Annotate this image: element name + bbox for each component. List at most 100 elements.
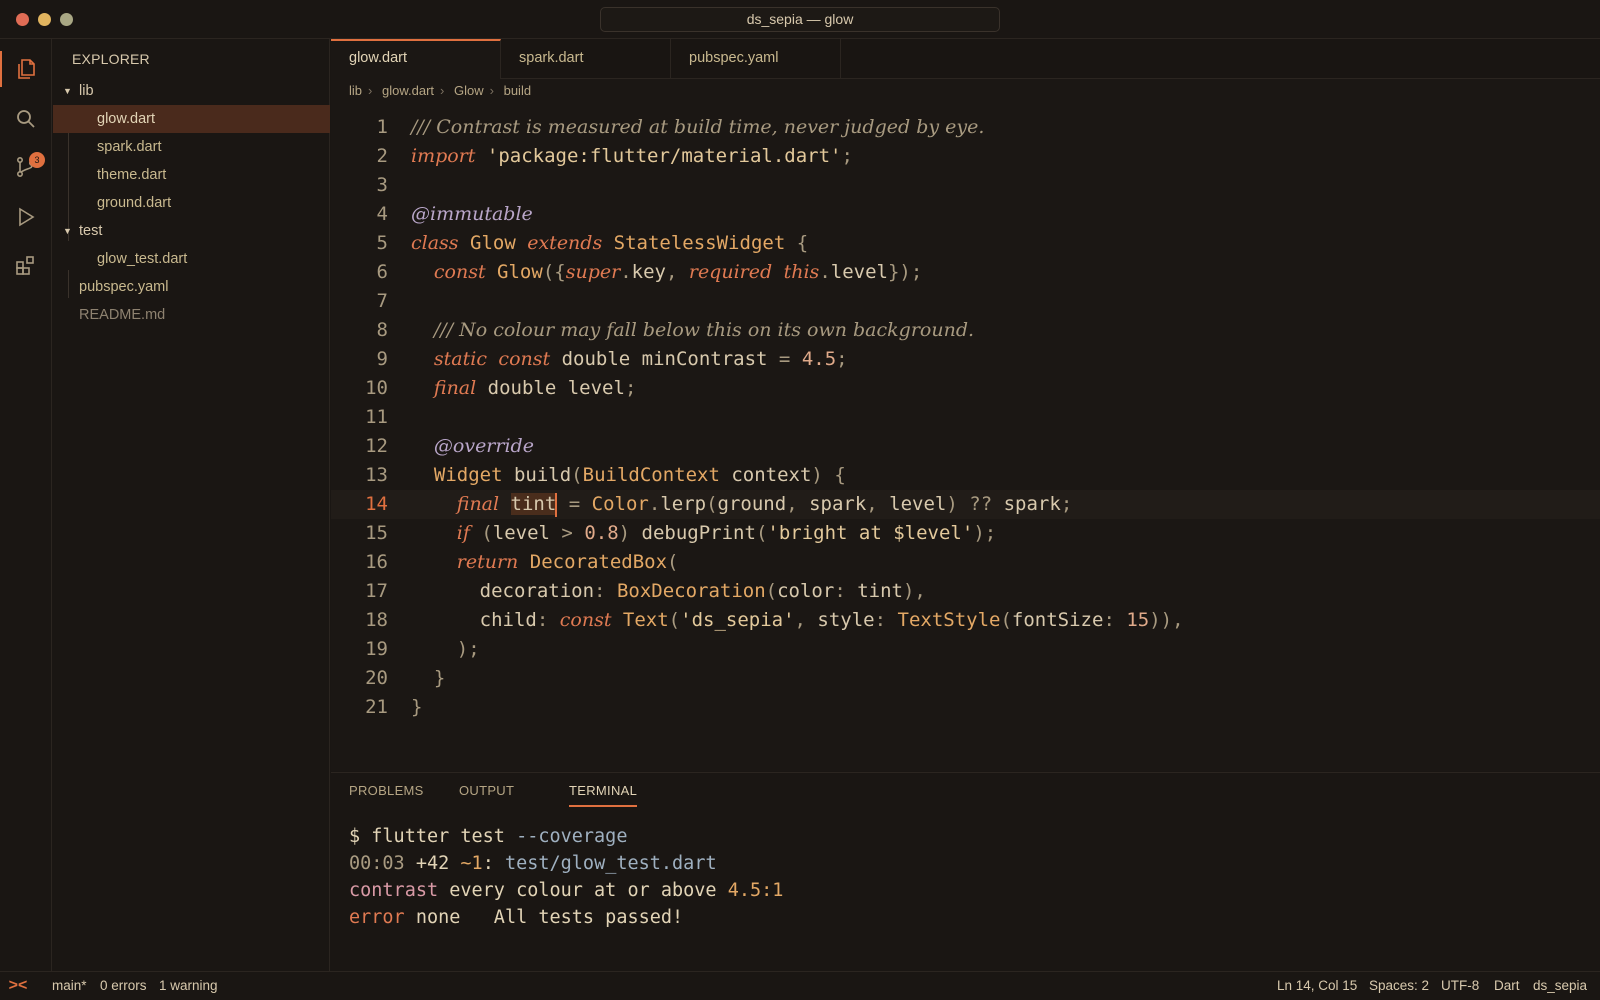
tab-terminal[interactable]: TERMINAL [569, 783, 638, 807]
terminal-token: test/glow_test.dart [504, 853, 717, 874]
explorer-activity-button[interactable] [0, 45, 52, 93]
line-source: if (level > 0.8) debugPrint('bright at $… [411, 519, 996, 548]
code-line[interactable]: 13 Widget build(BuildContext context) { [331, 461, 1600, 490]
remote-icon[interactable]: >< [0, 972, 36, 1000]
status-bar: >< main* 0 errors 1 warning Ln 14, Col 1… [0, 971, 1600, 1000]
search-activity-button[interactable] [0, 95, 52, 143]
tree-item-label: ground.dart [97, 195, 172, 211]
branch-indicator[interactable]: main* [52, 972, 87, 1000]
indentation-indicator[interactable]: Spaces: 2 [1369, 972, 1429, 1000]
punctuation-token: ; [836, 348, 848, 370]
minimize-window-button[interactable] [38, 13, 51, 26]
code-line[interactable]: 16 return DecoratedBox( [331, 548, 1600, 577]
line-source: /// No colour may fall below this on its… [411, 316, 974, 345]
language-indicator[interactable]: Dart [1494, 972, 1520, 1000]
terminal-token: none All tests passed! [404, 907, 684, 928]
identifier-token [823, 464, 834, 486]
punctuation-token: ; [624, 377, 637, 399]
tree-folder-lib[interactable]: ▼ lib [53, 77, 330, 105]
punctuation-token: ( [765, 580, 778, 602]
extensions-activity-button[interactable] [0, 241, 52, 289]
encoding-indicator[interactable]: UTF-8 [1441, 972, 1479, 1000]
code-line[interactable]: 6 const Glow({super.key, required this.l… [331, 258, 1600, 287]
tree-item-label: pubspec.yaml [79, 279, 169, 295]
tree-item-label: README.md [79, 307, 166, 323]
punctuation-token: ( [706, 493, 718, 515]
breadcrumb-item[interactable]: lib [349, 83, 362, 98]
breadcrumb-item[interactable]: build [504, 83, 531, 98]
tree-folder-test[interactable]: ▼ test [53, 217, 330, 245]
code-line[interactable]: 9 static const double minContrast = 4.5; [331, 345, 1600, 374]
breadcrumb-item[interactable]: glow.dart [382, 83, 434, 98]
code-line[interactable]: 11 [331, 403, 1600, 432]
terminal-output[interactable]: $ flutter test --coverage 00:03 +42 ~1: t… [349, 823, 783, 931]
comment-token: /// Contrast is measured at build time, … [411, 116, 985, 138]
theme-indicator[interactable]: ds_sepia [1533, 972, 1587, 1000]
tab-pubspec-yaml[interactable]: pubspec.yaml [671, 39, 841, 79]
code-line[interactable]: 2 import 'package:flutter/material.dart'; [331, 142, 1600, 171]
tree-file-ground-dart[interactable]: ground.dart [53, 189, 330, 217]
cursor-position[interactable]: Ln 14, Col 15 [1277, 972, 1357, 1000]
punctuation-token: , [665, 261, 689, 283]
editor-area: glow.dart spark.dart pubspec.yaml lib › g… [331, 39, 1600, 771]
maximize-window-button[interactable] [60, 13, 73, 26]
run-debug-activity-button[interactable] [0, 193, 52, 241]
close-window-button[interactable] [16, 13, 29, 26]
line-source: final tint = Color.lerp(ground, spark, l… [411, 490, 1072, 519]
terminal-token: every colour at or above [438, 880, 728, 901]
identifier-token [411, 551, 457, 573]
tab-output[interactable]: OUTPUT [459, 783, 514, 807]
identifier-token: lerp [660, 493, 707, 515]
code-line[interactable]: 21} [331, 693, 1600, 722]
identifier-token [611, 609, 622, 631]
identifier-token: fontSize [1011, 609, 1104, 631]
errors-indicator[interactable]: 0 errors [100, 972, 147, 1000]
highlighted-token: tint [510, 493, 557, 515]
tree-file-glow-test-dart[interactable]: glow_test.dart [53, 245, 330, 273]
code-line[interactable]: 1 /// Contrast is measured at build time,… [331, 113, 1600, 142]
code-line[interactable]: 3 [331, 171, 1600, 200]
tab-spark-dart[interactable]: spark.dart [501, 39, 671, 79]
code-line[interactable]: 14 final tint = Color.lerp(ground, spark… [331, 490, 1600, 519]
terminal-token: ~1 [460, 853, 483, 874]
comment-token: /// No colour may fall below this on its… [433, 319, 975, 341]
code-line[interactable]: 17 decoration: BoxDecoration(color: tint… [331, 577, 1600, 606]
source-control-activity-button[interactable]: 3 [0, 143, 52, 191]
keyword-token: final [456, 493, 500, 515]
code-line[interactable]: 7 [331, 287, 1600, 316]
code-line[interactable]: 12 @override [331, 432, 1600, 461]
code-line[interactable]: 5 class Glow extends StatelessWidget { [331, 229, 1600, 258]
code-line[interactable]: 10 final double level; [331, 374, 1600, 403]
tree-file-glow-dart[interactable]: glow.dart [53, 105, 330, 133]
tree-file-readme-md[interactable]: README.md [53, 301, 330, 329]
code-line[interactable]: 19 ); [331, 635, 1600, 664]
breadcrumb-separator: › [368, 83, 373, 98]
keyword-token: class [411, 232, 459, 254]
tab-glow-dart[interactable]: glow.dart [331, 39, 501, 79]
identifier-token: tint [845, 580, 903, 602]
identifier-token [411, 348, 434, 370]
identifier-token [486, 261, 497, 283]
string-token: 'ds_sepia' [680, 609, 795, 631]
code-editor[interactable]: 1 /// Contrast is measured at build time,… [331, 113, 1600, 722]
identifier-token: double level [476, 377, 625, 399]
keyword-token: return [456, 551, 519, 573]
tree-file-theme-dart[interactable]: theme.dart [53, 161, 330, 189]
type-token: BuildContext [582, 464, 720, 486]
annotation-token: @override [433, 435, 534, 457]
tab-problems[interactable]: PROBLEMS [349, 783, 424, 807]
warnings-indicator[interactable]: 1 warning [159, 972, 218, 1000]
code-line[interactable]: 20 } [331, 664, 1600, 693]
identifier-token [411, 667, 434, 689]
code-line[interactable]: 18 child: const Text('ds_sepia', style: … [331, 606, 1600, 635]
code-line[interactable]: 15 if (level > 0.8) debugPrint('bright a… [331, 519, 1600, 548]
window-title[interactable]: ds_sepia — glow [600, 7, 1000, 32]
tree-item-label: spark.dart [97, 139, 162, 155]
tree-file-spark-dart[interactable]: spark.dart [53, 133, 330, 161]
code-line[interactable]: 4 @immutable [331, 200, 1600, 229]
tree-file-pubspec-yaml[interactable]: pubspec.yaml [53, 273, 330, 301]
line-number: 18 [365, 609, 388, 631]
breadcrumb-item[interactable]: Glow [454, 83, 484, 98]
keyword-token: const [498, 348, 551, 370]
code-line[interactable]: 8 /// No colour may fall below this on i… [331, 316, 1600, 345]
